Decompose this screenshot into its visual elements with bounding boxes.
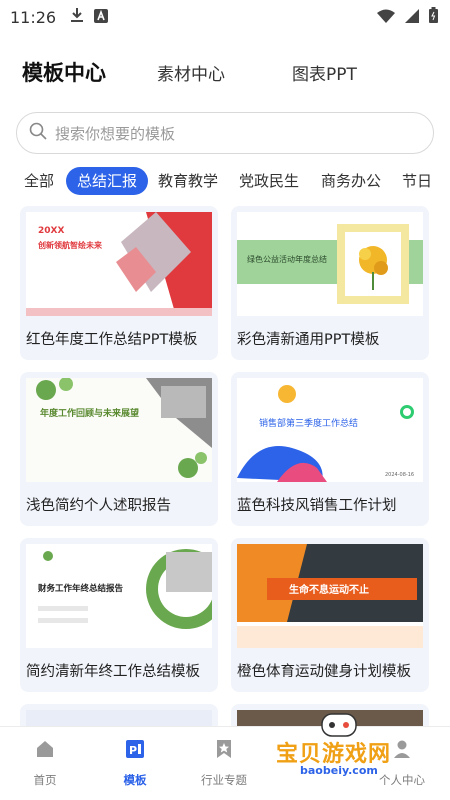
template-thumbnail: 20XX 创新领航智绘未来 (26, 212, 212, 316)
template-card[interactable]: 绿色公益活动年度总结 彩色清新通用PPT模板 (231, 206, 429, 360)
category-business-office[interactable]: 商务办公 (321, 167, 381, 195)
thumb-heading: 绿色公益活动年度总结 (247, 255, 327, 264)
category-bar: 全部 总结汇报 教育教学 党政民生 商务办公 节日 (0, 164, 450, 198)
category-all[interactable]: 全部 (24, 167, 54, 195)
nav-industry-topics[interactable]: 行业专题 (184, 739, 264, 788)
template-thumbnail: 绿色公益活动年度总结 (237, 212, 423, 316)
home-icon (5, 739, 85, 763)
template-thumbnail: 年度工作回顾与未来展望 (26, 378, 212, 482)
template-card[interactable]: 销售部第三季度工作总结 2024-08-16 蓝色科技风销售工作计划 (231, 372, 429, 526)
nav-home[interactable]: 首页 (5, 739, 85, 788)
template-thumbnail: 财务工作年终总结报告 (26, 544, 212, 648)
watermark: 宝贝游戏网 baobeiy.com (272, 710, 432, 780)
tab-template-center[interactable]: 模板中心 (22, 57, 106, 87)
thumb-date: 2024-08-16 (385, 472, 415, 478)
thumb-heading: 销售部第三季度工作总结 (259, 419, 359, 429)
template-thumbnail: 生命不息运动不止 (237, 544, 423, 648)
nav-template-label: 模板 (123, 773, 147, 787)
bookmark-icon (184, 739, 264, 763)
tab-chart-ppt[interactable]: 图表PPT (292, 60, 357, 85)
category-holiday[interactable]: 节日 (402, 167, 432, 195)
nav-template[interactable]: P 模板 (95, 739, 175, 788)
thumb-heading: 生命不息运动不止 (289, 585, 369, 596)
template-title: 浅色简约个人述职报告 (26, 498, 171, 514)
template-icon: P (95, 739, 175, 763)
signal-icon (405, 8, 419, 27)
template-title: 蓝色科技风销售工作计划 (237, 498, 397, 514)
search-input[interactable]: 搜索你想要的模板 (16, 112, 434, 154)
template-title: 红色年度工作总结PPT模板 (26, 332, 198, 348)
template-card[interactable] (20, 704, 218, 726)
template-grid: 20XX 创新领航智绘未来 红色年度工作总结PPT模板 绿色公益活动年度总结 彩… (20, 206, 430, 726)
thumb-heading: 创新领航智绘未来 (38, 241, 102, 250)
status-time: 11:26 (10, 7, 57, 27)
thumb-heading: 财务工作年终总结报告 (38, 584, 124, 594)
template-title: 简约清新年终工作总结模板 (26, 664, 200, 680)
status-bar: 11:26 (0, 0, 450, 34)
top-tabs: 模板中心 素材中心 图表PPT (0, 52, 450, 98)
template-card[interactable]: 20XX 创新领航智绘未来 红色年度工作总结PPT模板 (20, 206, 218, 360)
tab-material-center[interactable]: 素材中心 (157, 60, 225, 85)
template-card[interactable]: 生命不息运动不止 橙色体育运动健身计划模板 (231, 538, 429, 692)
template-title: 橙色体育运动健身计划模板 (237, 664, 411, 680)
nav-industry-label: 行业专题 (201, 773, 247, 787)
battery-icon (429, 7, 438, 27)
category-party-government[interactable]: 党政民生 (239, 167, 299, 195)
thumb-heading: 年度工作回顾与未来展望 (40, 409, 140, 419)
category-summary-report[interactable]: 总结汇报 (66, 167, 149, 195)
search-icon (29, 122, 47, 144)
notification-a-icon (94, 8, 109, 27)
template-card[interactable]: 财务工作年终总结报告 简约清新年终工作总结模板 (20, 538, 218, 692)
watermark-url: baobeiy.com (300, 764, 378, 777)
thumb-year: 20XX (38, 226, 65, 236)
wifi-icon (377, 8, 395, 27)
download-icon (70, 7, 84, 27)
search-placeholder: 搜索你想要的模板 (55, 124, 176, 143)
template-thumbnail (26, 710, 212, 726)
nav-home-label: 首页 (33, 773, 57, 787)
svg-text:P: P (129, 744, 137, 757)
template-card[interactable]: 年度工作回顾与未来展望 浅色简约个人述职报告 (20, 372, 218, 526)
template-thumbnail: 销售部第三季度工作总结 2024-08-16 (237, 378, 423, 482)
category-education[interactable]: 教育教学 (158, 167, 218, 195)
template-title: 彩色清新通用PPT模板 (237, 332, 380, 348)
